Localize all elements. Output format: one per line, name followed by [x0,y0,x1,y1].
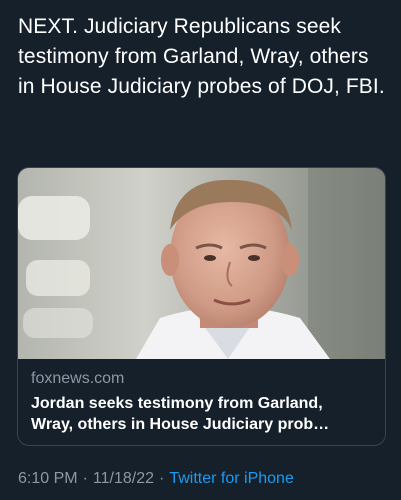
tweet-text: NEXT. Judiciary Republicans seek testimo… [18,15,385,98]
link-preview-card[interactable]: foxnews.com Jordan seeks testimony from … [17,167,386,446]
separator-dot: · [159,470,165,487]
link-domain: foxnews.com [31,370,125,387]
tweet-date: 11/18/22 [92,470,155,487]
tweet-time: 6:10 PM [18,470,78,487]
link-preview-image [18,168,385,359]
link-headline[interactable]: Jordan seeks testimony from Garland, Wra… [31,393,376,435]
tweet-source-link[interactable]: Twitter for iPhone [169,470,294,487]
tweet-metadata: 6:10 PM · 11/18/22 · Twitter for iPhone [18,468,294,490]
link-preview-meta: foxnews.com Jordan seeks testimony from … [31,369,376,435]
separator-dot: · [82,470,88,487]
